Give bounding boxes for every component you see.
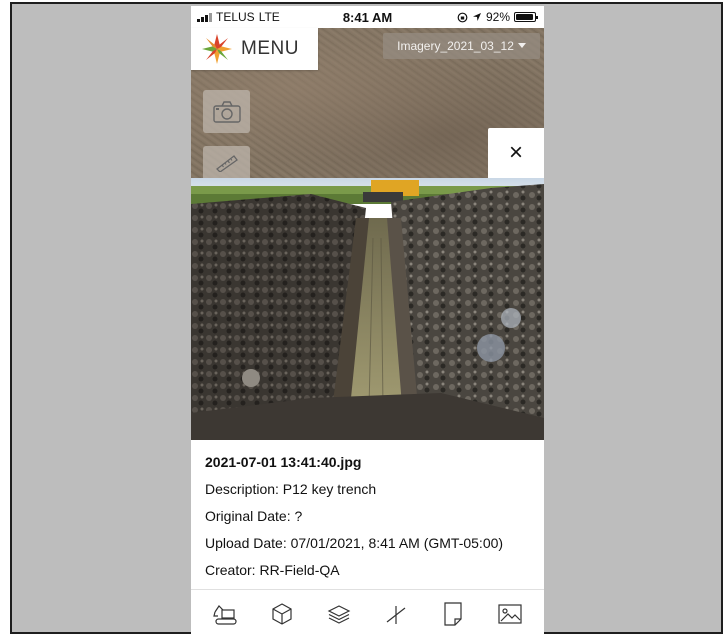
app-logo-icon (202, 34, 232, 64)
layers-icon (327, 604, 351, 624)
imagery-selector[interactable]: Imagery_2021_03_12 (383, 33, 540, 59)
close-button[interactable]: × (488, 128, 544, 178)
cube-icon (272, 602, 292, 625)
document-icon (444, 601, 462, 626)
tab-3d[interactable] (262, 594, 302, 634)
imagery-selector-value: Imagery_2021_03_12 (397, 39, 514, 53)
chevron-down-icon (517, 43, 526, 48)
photo-upload-date: Upload Date: 07/01/2021, 8:41 AM (GMT-05… (205, 535, 504, 551)
camera-icon (212, 100, 241, 123)
measure-button[interactable] (203, 146, 250, 178)
close-icon: × (508, 139, 523, 166)
photo-details: 2021-07-01 13:41:40.jpg Description: P12… (191, 440, 544, 586)
location-icon (472, 13, 481, 21)
photo-description: Description: P12 key trench (205, 481, 377, 497)
menu-button[interactable]: MENU (191, 28, 318, 70)
tab-measure[interactable] (376, 594, 416, 634)
tab-documents[interactable] (433, 594, 473, 634)
phone-screen: TELUS LTE 8:41 AM 92% MENU Imagery_2021_… (191, 6, 544, 637)
tab-photos[interactable] (490, 594, 530, 634)
battery-icon (514, 12, 538, 22)
ruler-icon (215, 155, 238, 172)
rotation-lock-icon (457, 12, 468, 22)
excavator-icon (213, 604, 238, 625)
image-icon (497, 603, 522, 624)
menu-label: MENU (241, 38, 299, 59)
measure-line-icon (386, 605, 406, 624)
photo-filename: 2021-07-01 13:41:40.jpg (205, 454, 362, 470)
photo-creator: Creator: RR-Field-QA (205, 562, 340, 578)
photo-original-date: Original Date: ? (205, 508, 303, 524)
status-right: 92% (457, 10, 538, 24)
tab-equipment[interactable] (205, 594, 245, 634)
status-bar: TELUS LTE 8:41 AM 92% (191, 6, 544, 28)
camera-button[interactable] (203, 90, 250, 133)
trench-photo (191, 178, 544, 440)
bottom-toolbar (191, 589, 544, 637)
tab-layers[interactable] (319, 594, 359, 634)
battery-percent: 92% (485, 10, 510, 24)
